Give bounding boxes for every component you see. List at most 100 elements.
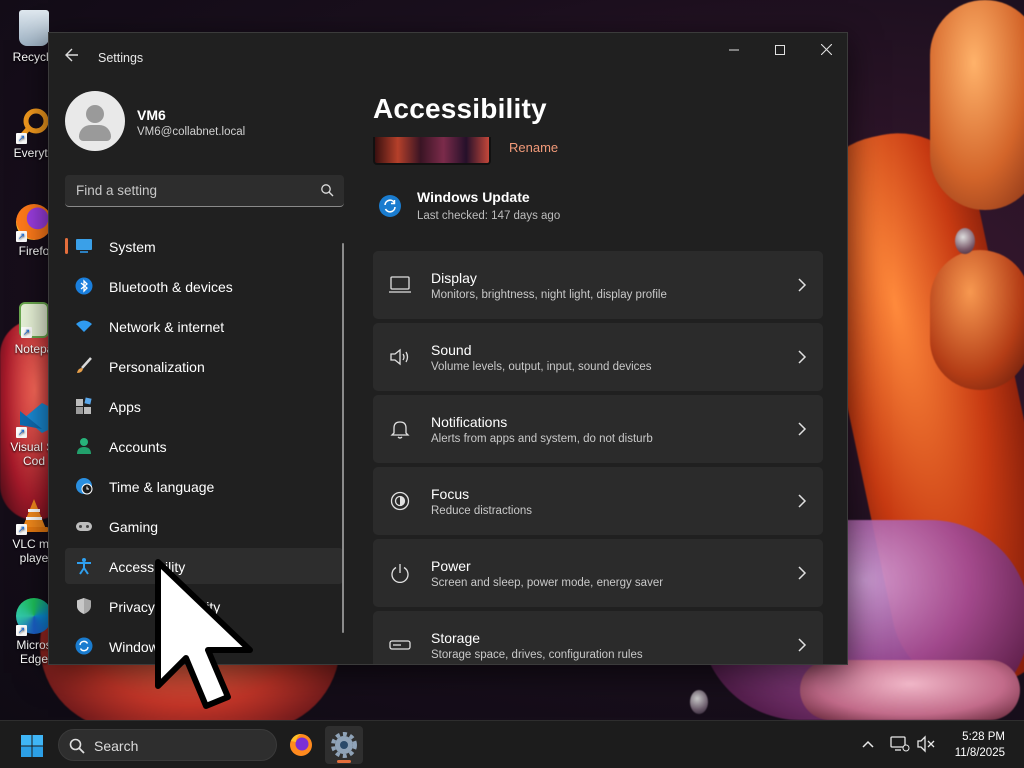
brush-icon — [77, 357, 92, 373]
chevron-right-icon — [798, 422, 807, 436]
chevron-right-icon — [798, 638, 807, 652]
nav-indicator — [65, 238, 68, 254]
nav-item-label: Time & language — [109, 479, 215, 495]
windows-update-subtitle: Last checked: 147 days ago — [417, 210, 561, 222]
storage-icon — [389, 640, 411, 650]
nav-item-gaming[interactable]: Gaming — [65, 508, 343, 544]
accessibility-icon — [77, 558, 91, 575]
nav-item-apps[interactable]: Apps — [65, 388, 343, 424]
chevron-right-icon — [798, 350, 807, 364]
taskbar-search-label: Search — [94, 738, 139, 754]
shield-icon — [77, 598, 91, 614]
card-title: Focus — [431, 486, 470, 502]
title-bar: Settings — [49, 33, 847, 83]
display-icon — [389, 276, 411, 293]
taskbar: Search 5:28 PM 11/8/2025 — [0, 720, 1024, 768]
close-icon — [820, 43, 832, 56]
page-title: Accessibility — [373, 93, 547, 124]
taskbar-app-firefox[interactable] — [282, 726, 320, 764]
card-notifications[interactable]: Notifications Alerts from apps and syste… — [373, 395, 823, 463]
taskbar-app-settings[interactable] — [325, 726, 363, 764]
volume-muted-icon[interactable] — [916, 735, 936, 753]
card-subtitle: Screen and sleep, power mode, energy sav… — [431, 577, 664, 589]
minimize-button[interactable] — [711, 33, 757, 67]
card-subtitle: Monitors, brightness, night light, displ… — [431, 289, 667, 301]
clock-time: 5:28 PM — [962, 731, 1005, 743]
card-focus[interactable]: Focus Reduce distractions — [373, 467, 823, 535]
back-arrow-icon — [65, 48, 78, 62]
back-button[interactable] — [61, 47, 83, 69]
clock-date: 11/8/2025 — [954, 747, 1005, 759]
card-subtitle: Reduce distractions — [431, 505, 532, 517]
chevron-up-icon[interactable] — [860, 736, 876, 752]
card-storage[interactable]: Storage Storage space, drives, configura… — [373, 611, 823, 664]
user-email: VM6@collabnet.local — [137, 126, 246, 138]
globe-clock-icon — [76, 478, 93, 495]
power-icon — [391, 564, 409, 583]
settings-card-list: Display Monitors, brightness, night ligh… — [373, 251, 823, 664]
desktop-preview-thumbnail — [373, 137, 491, 165]
update-icon — [379, 195, 401, 217]
focus-icon — [390, 491, 410, 511]
nav-item-label: Apps — [109, 399, 141, 415]
wifi-icon — [76, 320, 92, 332]
taskbar-clock[interactable]: 5:28 PM 11/8/2025 — [955, 729, 1005, 761]
vlc-icon: ↗ — [16, 497, 52, 535]
update-icon — [75, 637, 93, 655]
maximize-icon — [775, 45, 785, 55]
nav-item-bluetooth[interactable]: Bluetooth & devices — [65, 268, 343, 304]
card-title: Storage — [431, 630, 481, 646]
accounts-icon — [77, 438, 91, 454]
chevron-right-icon — [798, 494, 807, 508]
windows-logo-icon — [21, 735, 43, 757]
card-title: Display — [431, 270, 477, 286]
nav-item-network[interactable]: Network & internet — [65, 308, 343, 344]
speaker-icon — [390, 348, 409, 366]
card-display[interactable]: Display Monitors, brightness, night ligh… — [373, 251, 823, 319]
nav-item-label: Personalization — [109, 359, 205, 375]
system-monitor-icon — [76, 239, 92, 253]
nav-item-time-language[interactable]: Time & language — [65, 468, 343, 504]
card-title: Notifications — [431, 414, 508, 430]
edge-icon: ↗ — [16, 598, 52, 636]
nav-item-label: Bluetooth & devices — [109, 279, 233, 295]
windows-update-status[interactable]: Windows Update Last checked: 147 days ag… — [379, 183, 819, 227]
nav-item-label: Gaming — [109, 519, 159, 535]
user-profile[interactable]: VM6 VM6@collabnet.local — [65, 91, 345, 153]
user-name: VM6 — [137, 107, 166, 123]
avatar — [65, 91, 125, 151]
nav-item-label: Network & internet — [109, 319, 225, 335]
apps-icon — [76, 397, 92, 414]
card-sound[interactable]: Sound Volume levels, output, input, soun… — [373, 323, 823, 391]
find-setting-input[interactable] — [65, 175, 305, 205]
search-icon — [69, 738, 85, 754]
nav-scrollbar[interactable] — [342, 243, 344, 633]
notepad-icon: ↗ — [19, 302, 49, 338]
card-title: Sound — [431, 342, 472, 358]
card-subtitle: Storage space, drives, configuration rul… — [431, 649, 643, 661]
find-setting-search-box[interactable] — [65, 175, 344, 207]
card-title: Power — [431, 558, 471, 574]
card-subtitle: Volume levels, output, input, sound devi… — [431, 361, 652, 373]
bluetooth-icon — [75, 277, 93, 295]
nav-item-label: Accounts — [109, 439, 167, 455]
rename-link[interactable]: Rename — [509, 140, 558, 155]
recycle-bin-icon — [19, 10, 49, 46]
nav-item-personalization[interactable]: Personalization — [65, 348, 343, 384]
card-power[interactable]: Power Screen and sleep, power mode, ener… — [373, 539, 823, 607]
window-title: Settings — [98, 51, 144, 65]
firefox-icon — [290, 734, 312, 756]
close-button[interactable] — [803, 33, 847, 67]
chevron-right-icon — [798, 278, 807, 292]
mouse-cursor-icon — [155, 559, 253, 709]
start-button[interactable] — [20, 734, 44, 758]
nav-item-system[interactable]: System — [65, 228, 343, 264]
active-app-indicator — [337, 760, 351, 763]
network-icon[interactable] — [890, 735, 910, 753]
settings-gear-icon — [331, 732, 357, 758]
maximize-button[interactable] — [757, 33, 803, 67]
nav-item-accounts[interactable]: Accounts — [65, 428, 343, 464]
everything-search-icon: ↗ — [16, 106, 52, 144]
taskbar-search-box[interactable]: Search — [58, 729, 277, 761]
windows-update-title: Windows Update — [417, 189, 530, 205]
